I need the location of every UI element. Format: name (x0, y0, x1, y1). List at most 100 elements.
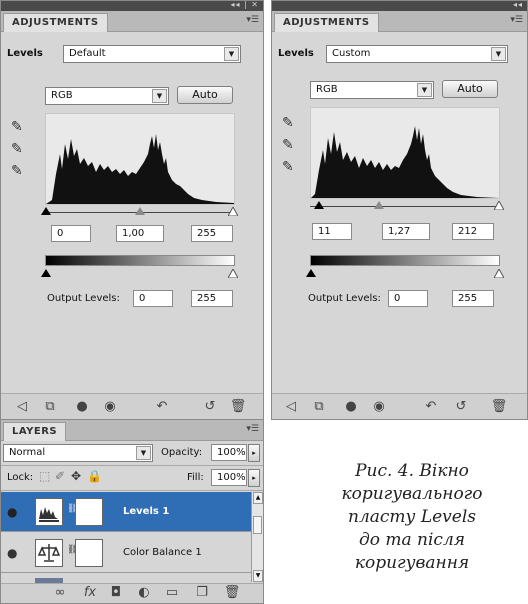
lock-transparency-icon[interactable]: ⬚ (39, 469, 50, 483)
tab-layers[interactable]: LAYERS (3, 422, 67, 441)
previous-state-icon[interactable]: ◉ (101, 398, 119, 416)
lock-position-icon[interactable]: ✥ (71, 469, 81, 483)
eyedropper-white-icon[interactable]: ✎ (282, 159, 294, 175)
preset-value: Default (69, 48, 106, 59)
clip-layer-icon[interactable]: ⧉ (310, 398, 328, 416)
collapse-icon[interactable]: ◂◂ | ✕ (230, 1, 259, 9)
reset-icon[interactable]: ↺ (452, 398, 470, 416)
output-white-field[interactable]: 255 (452, 290, 494, 307)
visibility-eye-icon[interactable]: ● (342, 398, 360, 416)
preset-value: Custom (332, 48, 371, 59)
layer-row-levels[interactable]: ● ⛓ Levels 1 (1, 492, 251, 532)
visibility-eye-icon[interactable]: ● (7, 546, 17, 560)
previous-state-icon[interactable]: ◉ (370, 398, 388, 416)
trash-icon[interactable]: 🗑 (490, 398, 508, 416)
scroll-up-icon[interactable]: ▲ (253, 492, 263, 504)
input-white-field[interactable]: 255 (191, 225, 233, 242)
tab-adjustments[interactable]: ADJUSTMENTS (274, 13, 379, 32)
layer-name: Levels 1 (123, 506, 170, 517)
return-arrow-icon[interactable]: ◁ (282, 398, 300, 416)
input-black-field[interactable]: 11 (312, 223, 352, 240)
visibility-eye-icon[interactable]: ● (7, 505, 17, 519)
fx-icon[interactable]: fx (81, 584, 99, 602)
scroll-thumb[interactable] (253, 516, 262, 534)
collapse-icon[interactable]: ◂◂ (513, 1, 523, 9)
figure-caption: Рис. 4. Вікно коригувального пласту Leve… (296, 460, 528, 575)
panel-menu-icon[interactable]: ▾☰ (246, 15, 259, 25)
caption-line: до та після (358, 530, 466, 550)
input-gamma-handle[interactable] (135, 207, 145, 215)
input-white-field[interactable]: 212 (452, 223, 494, 240)
panel-menu-icon[interactable]: ▾☰ (246, 424, 259, 434)
return-arrow-icon[interactable]: ◁ (13, 398, 31, 416)
scroll-down-icon[interactable]: ▼ (253, 570, 263, 582)
fill-field[interactable]: 100% (211, 469, 247, 486)
reset-icon[interactable]: ↺ (201, 398, 219, 416)
chevron-down-icon: ▼ (417, 83, 432, 97)
group-folder-icon[interactable]: ▭ (163, 584, 181, 602)
eyedropper-black-icon[interactable]: ✎ (282, 115, 294, 131)
input-slider-track (310, 206, 500, 207)
output-black-handle[interactable] (306, 269, 316, 277)
opacity-stepper[interactable]: ▸ (248, 444, 260, 462)
auto-button[interactable]: Auto (442, 80, 498, 98)
adjustment-icon[interactable]: ◐ (135, 584, 153, 602)
tab-adjustments[interactable]: ADJUSTMENTS (3, 13, 108, 32)
link-icon[interactable]: ∞ (51, 584, 69, 602)
eyedropper-black-icon[interactable]: ✎ (11, 119, 23, 135)
lock-row: Lock: ⬚ ✐ ✥ 🔒 Fill: 100% ▸ (1, 465, 263, 491)
caption-line: пласту Levels (348, 507, 476, 527)
eyedropper-gray-icon[interactable]: ✎ (11, 141, 23, 157)
caption-line: коригувального (341, 484, 483, 504)
layer-mask-thumbnail[interactable] (75, 498, 103, 526)
lock-all-icon[interactable]: 🔒 (87, 469, 102, 483)
panel-tab-row: ADJUSTMENTS ▾☰ (1, 11, 263, 32)
new-layer-icon[interactable]: ❐ (193, 584, 211, 602)
output-black-field[interactable]: 0 (388, 290, 428, 307)
trash-icon[interactable]: 🗑 (223, 584, 241, 602)
panel-menu-icon[interactable]: ▾☰ (510, 15, 523, 25)
layers-footer: ∞ fx ◘ ◐ ▭ ❐ 🗑 (1, 583, 263, 603)
opacity-field[interactable]: 100% (211, 444, 247, 461)
output-black-field[interactable]: 0 (133, 290, 173, 307)
output-white-field[interactable]: 255 (191, 290, 233, 307)
channel-value: RGB (51, 90, 73, 101)
output-white-handle[interactable] (228, 269, 238, 278)
adjustments-footer: ◁ ⧉ ● ◉ ↶ ↺ 🗑 (1, 393, 263, 419)
input-white-handle[interactable] (494, 201, 504, 210)
input-black-field[interactable]: 0 (51, 225, 91, 242)
caption-line: коригування (354, 553, 470, 573)
layer-mask-thumbnail[interactable] (75, 539, 103, 567)
eyedropper-white-icon[interactable]: ✎ (11, 163, 23, 179)
input-white-handle[interactable] (228, 207, 238, 216)
input-black-handle[interactable] (314, 201, 324, 209)
layer-row-color-balance[interactable]: ● ⛓ Color Balance 1 (1, 533, 251, 573)
fill-stepper[interactable]: ▸ (248, 469, 260, 487)
input-gamma-handle[interactable] (374, 201, 384, 209)
input-gamma-field[interactable]: 1,00 (116, 225, 164, 242)
mask-icon[interactable]: ◘ (107, 584, 125, 602)
undo-state-icon[interactable]: ↶ (422, 398, 440, 416)
trash-icon[interactable]: 🗑 (229, 398, 247, 416)
output-gradient (310, 255, 500, 266)
output-gradient (45, 255, 235, 266)
channel-select[interactable]: RGB ▼ (310, 81, 434, 99)
adjustments-footer: ◁ ⧉ ● ◉ ↶ ↺ 🗑 (272, 393, 527, 419)
layers-scrollbar[interactable]: ▲ ▼ (251, 492, 263, 582)
visibility-eye-icon[interactable]: ● (73, 398, 91, 416)
undo-state-icon[interactable]: ↶ (153, 398, 171, 416)
output-white-handle[interactable] (494, 269, 504, 278)
input-black-handle[interactable] (41, 207, 51, 215)
channel-select[interactable]: RGB ▼ (45, 87, 169, 105)
preset-select[interactable]: Custom ▼ (326, 45, 508, 63)
auto-button[interactable]: Auto (177, 86, 233, 104)
preset-select[interactable]: Default ▼ (63, 45, 241, 63)
clip-layer-icon[interactable]: ⧉ (41, 398, 59, 416)
blend-mode-select[interactable]: Normal ▼ (3, 444, 153, 462)
lock-pixels-icon[interactable]: ✐ (55, 469, 65, 483)
eyedropper-gray-icon[interactable]: ✎ (282, 137, 294, 153)
histogram-graph (46, 134, 234, 204)
output-levels-label: Output Levels: (308, 293, 381, 304)
input-gamma-field[interactable]: 1,27 (382, 223, 430, 240)
output-black-handle[interactable] (41, 269, 51, 277)
